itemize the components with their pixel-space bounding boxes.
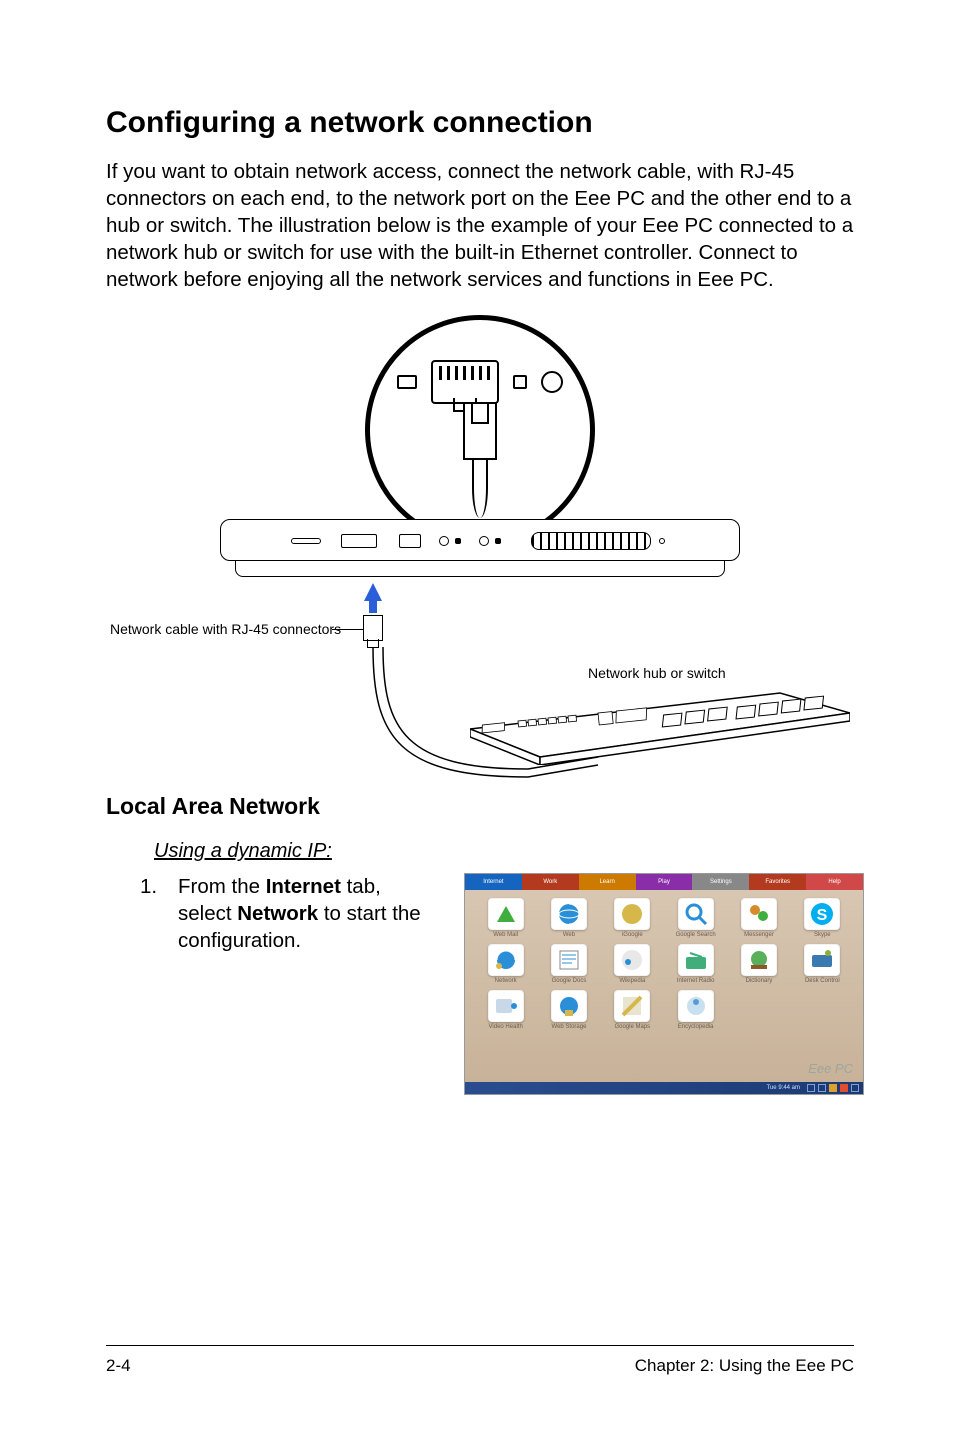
launcher-dictionary[interactable]: Dictionary xyxy=(728,944,789,984)
tab-help[interactable]: Help xyxy=(806,874,863,890)
launcher-skype[interactable]: SSkype xyxy=(792,898,853,938)
tray-icon[interactable] xyxy=(840,1084,848,1092)
page-title: Configuring a network connection xyxy=(106,106,854,140)
indicator-dot xyxy=(455,538,461,544)
launcher-video-health[interactable]: Video Health xyxy=(475,990,536,1030)
vent-icon xyxy=(531,532,651,550)
launcher-google-search[interactable]: Google Search xyxy=(665,898,726,938)
hub-label: Network hub or switch xyxy=(588,665,726,681)
launcher-wikipedia[interactable]: Wikipedia xyxy=(602,944,663,984)
launcher-google-maps[interactable]: Google Maps xyxy=(602,990,663,1030)
launcher-encyclopedia[interactable]: Encyclopedia xyxy=(665,990,726,1030)
step-text: From the Internet tab, select Network to… xyxy=(178,873,436,954)
launcher-radio[interactable]: Internet Radio xyxy=(665,944,726,984)
launcher-igoogle[interactable]: iGoogle xyxy=(602,898,663,938)
launcher-web[interactable]: Web xyxy=(538,898,599,938)
system-tray: Tue 9:44 am xyxy=(465,1082,863,1094)
lan-port-icon xyxy=(399,534,421,548)
usb-port-icon xyxy=(397,375,417,389)
tab-learn[interactable]: Learn xyxy=(579,874,636,890)
brand-logo: Eee PC xyxy=(808,1061,853,1076)
subsection-heading: Using a dynamic IP: xyxy=(154,840,854,863)
tray-icon[interactable] xyxy=(807,1084,815,1092)
cable-label: Network cable with RJ-45 connectors xyxy=(110,621,341,637)
indicator-dot xyxy=(495,538,501,544)
vga-port-icon xyxy=(341,534,377,548)
section-heading: Local Area Network xyxy=(106,793,854,820)
tab-bar: Internet Work Learn Play Settings Favori… xyxy=(465,874,863,890)
launcher-network[interactable]: Network xyxy=(475,944,536,984)
tab-play[interactable]: Play xyxy=(636,874,693,890)
rj45-plug-icon xyxy=(463,402,497,460)
audio-jack-icon xyxy=(479,536,489,546)
launcher-messenger[interactable]: Messenger xyxy=(728,898,789,938)
tab-internet[interactable]: Internet xyxy=(465,874,522,890)
arrow-stem xyxy=(369,599,377,613)
step-number: 1. xyxy=(140,873,178,954)
laptop-side-view xyxy=(220,519,740,589)
network-hub: Network hub or switch xyxy=(470,685,850,765)
tab-work[interactable]: Work xyxy=(522,874,579,890)
os-screenshot: Internet Work Learn Play Settings Favori… xyxy=(464,873,864,1095)
rj45-port-icon xyxy=(431,360,499,404)
audio-jack-icon xyxy=(439,536,449,546)
rj45-plug-small-icon xyxy=(363,615,383,641)
svg-text:S: S xyxy=(817,907,828,924)
aux-port-icon xyxy=(513,375,527,389)
slot-icon xyxy=(291,538,321,544)
tray-icon[interactable] xyxy=(851,1084,859,1092)
tray-icon[interactable] xyxy=(829,1084,837,1092)
launcher-grid: Web Mail Web iGoogle Google Search Messe… xyxy=(465,890,863,1030)
intro-paragraph: If you want to obtain network access, co… xyxy=(106,158,854,293)
tab-settings[interactable]: Settings xyxy=(692,874,749,890)
chapter-label: Chapter 2: Using the Eee PC xyxy=(635,1356,854,1376)
zoom-callout xyxy=(365,315,595,545)
tab-favorites[interactable]: Favorites xyxy=(749,874,806,890)
tray-clock: Tue 9:44 am xyxy=(767,1085,800,1091)
launcher-webmail[interactable]: Web Mail xyxy=(475,898,536,938)
launcher-google-docs[interactable]: Google Docs xyxy=(538,944,599,984)
page-footer: 2-4 Chapter 2: Using the Eee PC xyxy=(106,1345,854,1376)
step-1: 1. From the Internet tab, select Network… xyxy=(140,873,436,954)
launcher-desk-control[interactable]: Desk Control xyxy=(792,944,853,984)
cable-segment xyxy=(472,458,488,518)
launcher-web-storage[interactable]: Web Storage xyxy=(538,990,599,1030)
tray-icon[interactable] xyxy=(818,1084,826,1092)
page-number: 2-4 xyxy=(106,1356,131,1376)
jack-icon xyxy=(541,371,563,393)
network-diagram: Network cable with RJ-45 connectors Netw… xyxy=(110,315,850,785)
indicator-dot xyxy=(659,538,665,544)
